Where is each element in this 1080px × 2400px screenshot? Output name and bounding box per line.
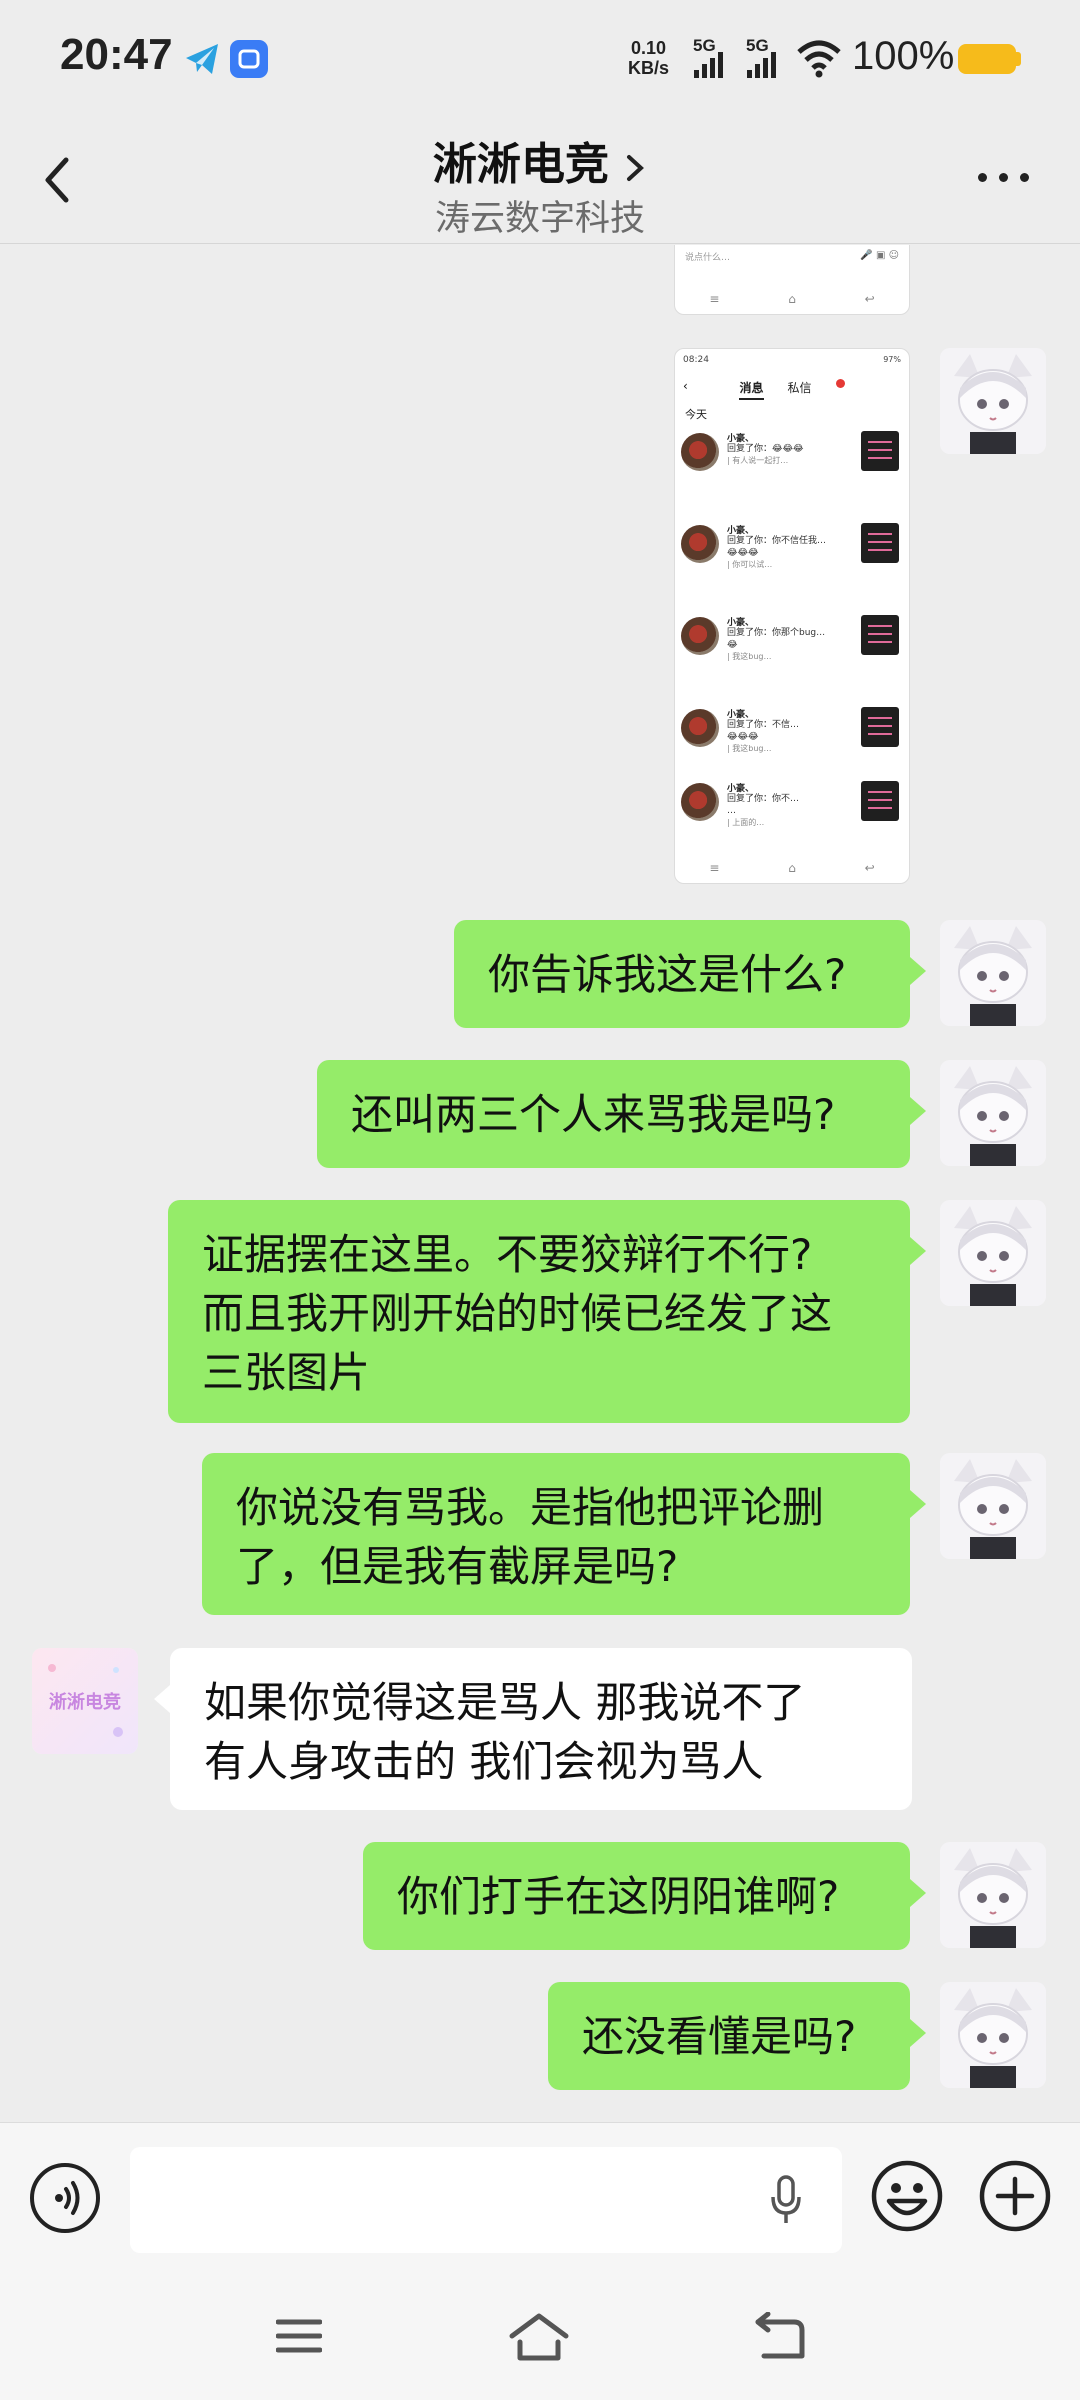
back-icon[interactable] xyxy=(754,2312,806,2362)
screenshot-notification: 小豪、 回复了你：你那个bug… 😂 | 我这bug… xyxy=(681,613,903,697)
screenshot-avatar xyxy=(681,709,719,747)
thumbnail-input-placeholder: 说点什么… xyxy=(685,253,731,263)
battery-tip xyxy=(1016,52,1021,66)
thumbnail-nav: ≡ ⌂ ↩ xyxy=(709,292,875,306)
screenshot-tab-messages: 消息 xyxy=(739,381,764,400)
status-bar: 20:47 0.10 KB/s 5G 5G 100% xyxy=(0,0,1080,118)
my-avatar[interactable] xyxy=(940,920,1046,1026)
system-nav-bar xyxy=(0,2276,1080,2400)
bubble-tail xyxy=(154,1685,170,1713)
shop-avatar-text: 淅淅电竞 xyxy=(49,1692,121,1713)
microphone-icon[interactable] xyxy=(770,2175,802,2225)
bubble-tail xyxy=(910,2019,926,2047)
my-avatar[interactable] xyxy=(940,1200,1046,1306)
chat-header: 淅淅电竞 涛云数字科技 xyxy=(0,118,1080,244)
more-options-icon[interactable] xyxy=(978,173,1030,187)
telegram-icon xyxy=(186,44,218,74)
status-time: 20:47 xyxy=(60,30,173,79)
battery-icon xyxy=(958,44,1016,74)
signal-icon xyxy=(694,50,723,78)
screenshot-badge xyxy=(835,379,845,388)
screenshot-status-time: 08:24 xyxy=(683,355,709,365)
message-bubble-sent[interactable]: 证据摆在这里。不要狡辩行不行? 而且我开刚开始的时候已经发了这 三张图片 xyxy=(168,1200,910,1423)
menu-icon[interactable] xyxy=(276,2316,322,2356)
chevron-right-icon xyxy=(627,155,644,181)
message-bubble-sent[interactable]: 你告诉我这是什么? xyxy=(454,920,910,1028)
message-text-field[interactable] xyxy=(130,2147,842,2253)
home-icon[interactable] xyxy=(508,2312,570,2362)
screenshot-notification: 小豪、 回复了你：你不… … | 上面的… xyxy=(681,779,903,863)
chat-subtitle: 涛云数字科技 xyxy=(434,199,645,239)
chat-message-list[interactable]: 说点什么… 🎤 ▣ ☺ ≡ ⌂ ↩ 08:24 97% ‹ 消息 私信 今天 小豪、 … xyxy=(0,245,1080,2122)
message-bubble-received[interactable]: 如果你觉得这是骂人 那我说不了 有人身攻击的 我们会视为骂人 xyxy=(170,1648,912,1810)
bubble-tail xyxy=(910,1237,926,1265)
chat-title-row[interactable]: 淅淅电竞 xyxy=(0,118,1080,192)
screenshot-notification: 小豪、 回复了你：你不信任我… 😂😂😂 | 你可以试… xyxy=(681,521,903,605)
screenshot-nav: ≡ ⌂ ↩ xyxy=(709,861,875,875)
screenshot-avatar xyxy=(681,783,719,821)
image-message-screenshot[interactable]: 08:24 97% ‹ 消息 私信 今天 小豪、 回复了你：😂😂😂 | 有人说一起… xyxy=(674,348,910,884)
voice-icon xyxy=(55,2181,80,2215)
my-avatar[interactable] xyxy=(940,1060,1046,1166)
image-message-partial[interactable]: 说点什么… 🎤 ▣ ☺ ≡ ⌂ ↩ xyxy=(674,245,910,315)
message-bubble-sent[interactable]: 你说没有骂我。是指他把评论删 了，但是我有截屏是吗? xyxy=(202,1453,910,1615)
blue-app-icon xyxy=(230,40,268,78)
screenshot-avatar xyxy=(681,433,719,471)
bubble-tail xyxy=(910,1879,926,1907)
thumbnail-icons: 🎤 ▣ ☺ xyxy=(860,250,899,261)
chat-title[interactable]: 淅淅电竞 xyxy=(433,128,609,192)
bubble-tail xyxy=(910,957,926,985)
emoji-button[interactable] xyxy=(870,2159,944,2233)
screenshot-section-today: 今天 xyxy=(685,408,707,421)
message-input-bar xyxy=(0,2122,1080,2276)
message-bubble-sent[interactable]: 还叫两三个人来骂我是吗? xyxy=(317,1060,910,1168)
my-avatar[interactable] xyxy=(940,348,1046,454)
my-avatar[interactable] xyxy=(940,1453,1046,1559)
network-speed: 0.10 KB/s xyxy=(628,38,670,78)
signal-icon xyxy=(747,50,776,78)
screenshot-notification: 小豪、 回复了你：😂😂😂 | 有人说一起打… xyxy=(681,429,903,513)
message-bubble-sent[interactable]: 你们打手在这阴阳谁啊? xyxy=(363,1842,910,1950)
screenshot-status-battery: 97% xyxy=(883,355,901,364)
screenshot-avatar xyxy=(681,617,719,655)
screenshot-tab-notifications: 私信 xyxy=(787,381,812,395)
battery-percent: 100% xyxy=(852,34,955,78)
shop-avatar[interactable]: 淅淅电竞 xyxy=(32,1648,138,1754)
voice-mode-button[interactable] xyxy=(30,2163,100,2233)
screenshot-notification: 小豪、 回复了你：不信… 😂😂😂 | 我这bug… xyxy=(681,705,903,789)
wifi-icon xyxy=(797,40,841,78)
bubble-tail xyxy=(910,1097,926,1125)
message-bubble-sent[interactable]: 还没看懂是吗? xyxy=(548,1982,910,2090)
bubble-tail xyxy=(910,1490,926,1518)
my-avatar[interactable] xyxy=(940,1842,1046,1948)
my-avatar[interactable] xyxy=(940,1982,1046,2088)
add-attachment-button[interactable] xyxy=(978,2159,1052,2233)
screenshot-avatar xyxy=(681,525,719,563)
screenshot-tabs: 消息 私信 xyxy=(675,379,909,400)
